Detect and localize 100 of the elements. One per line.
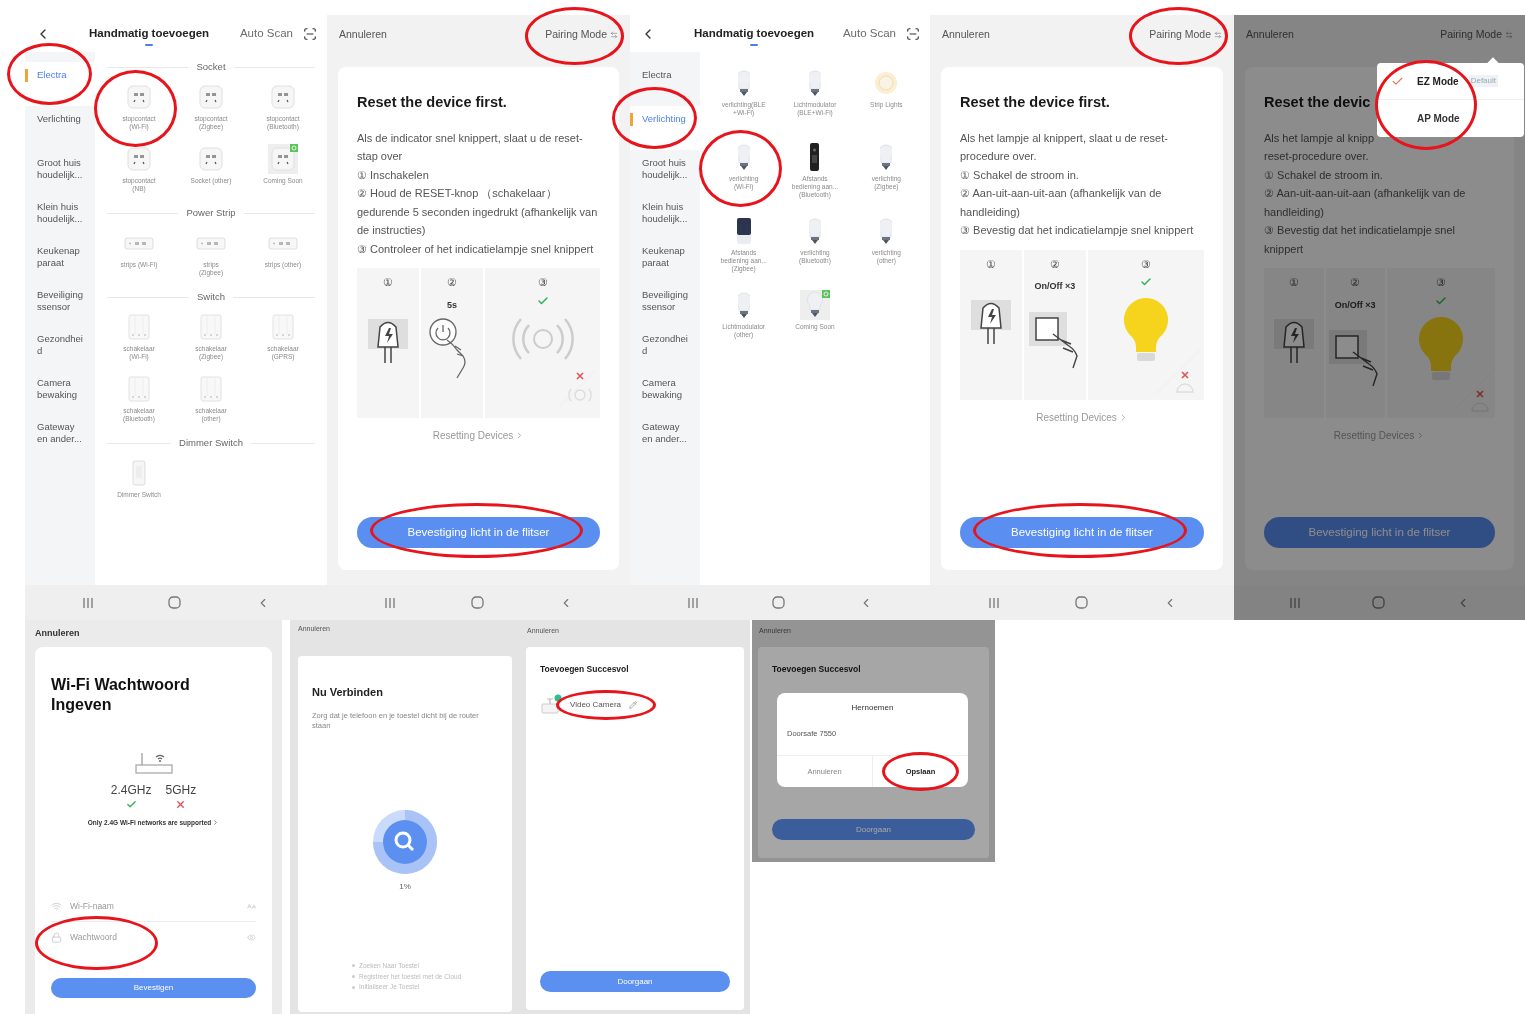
category-item[interactable]: Verlichting [25,106,95,150]
category-item[interactable]: Beveiliging ssensor [630,282,700,326]
cancel-button[interactable]: Annuleren [942,27,990,43]
section-heading: Socket [196,59,226,74]
card-title: Wi-Fi Wachtwoord Ingeven [51,675,191,715]
progress-percentage: 1% [399,880,411,893]
scan-icon[interactable] [303,26,317,41]
lock-icon [51,931,62,943]
dimmer-switch-icon [132,460,146,486]
category-item[interactable]: Beveiliging ssensor [25,282,95,326]
continue-button[interactable]: Doorgaan [772,819,975,840]
cancel-button[interactable]: Annuleren [1246,27,1294,43]
dialog-title: Hernoemen [850,702,895,714]
recent-apps-icon[interactable] [384,596,397,609]
password-field[interactable]: Wachtwoord [70,930,239,944]
light-bulb-icon [880,217,893,245]
home-icon[interactable] [772,596,786,609]
resetting-devices-link[interactable]: Resetting Devices [432,428,525,444]
wall-switch-icon [272,314,294,340]
category-item[interactable]: Camera bewaking [25,370,95,414]
light-bulb-icon [809,69,821,97]
card-title: Toevoegen Succesvol [772,663,862,676]
swap-icon [1214,31,1222,39]
tab[interactable]: Handmatig toevoegen [89,20,210,47]
pairing-mode-button[interactable]: Pairing Mode [1440,27,1513,43]
step-number: ② [447,275,457,291]
step-caption: On/Off ×3 [1034,280,1076,294]
recent-apps-icon[interactable] [1289,596,1302,609]
socket-icon [127,147,151,171]
section-heading: Switch [197,289,225,304]
remote-control-icon [809,142,821,172]
category-item[interactable]: Groot huis houdelijk... [630,150,700,194]
category-item[interactable]: Klein huis houdelijk... [630,194,700,238]
category-item[interactable]: Gateway en ander... [25,414,95,458]
pairing-mode-button[interactable]: Pairing Mode [545,27,618,43]
cancel-button[interactable]: Annuleren [339,27,387,43]
power-strip-icon [124,236,154,250]
tab[interactable]: Auto Scan [842,20,896,47]
category-item[interactable]: Gezondhei d [630,326,700,370]
card-title: Reset the device first. [357,93,508,112]
category-item[interactable]: Keukenap paraat [630,238,700,282]
light-bulb-icon [737,291,750,319]
instruction-text: ② Houd de RESET-knop （schakelaar） gedurende 5 seconden ingedrukt (afhankelijk van de instructies) [357,186,599,239]
wall-switch-icon [128,376,150,402]
confirm-button[interactable]: Bevestiging licht in de flitser [357,517,600,548]
recent-apps-icon[interactable] [987,596,1000,609]
category-item[interactable]: Electra [25,62,95,106]
swap-icon [610,31,618,39]
bullet-icon [352,974,355,978]
edit-icon[interactable] [629,700,637,709]
remote-control-icon [735,217,752,245]
router-icon [133,751,174,777]
recent-apps-icon[interactable] [686,596,699,609]
instruction-text: Als het lampje al knipp [1264,130,1376,146]
step-number: ① [1288,275,1299,291]
section-heading: Power Strip [186,205,236,220]
socket-icon [199,147,223,171]
swap-icon [1505,31,1513,39]
home-icon[interactable] [168,596,182,609]
continue-button[interactable]: Doorgaan [540,971,730,992]
recent-apps-icon[interactable] [82,596,95,609]
step-caption: On/Off ×3 [1334,298,1376,312]
light-bulb-icon [880,143,893,171]
wall-switch-icon [200,314,222,340]
category-item[interactable]: Gateway en ander... [630,414,700,458]
instruction-text: ② Aan-uit-aan-uit-aan (afhankelijk van de handleiding) [1264,186,1467,220]
socket-icon [127,85,151,109]
tab[interactable]: Handmatig toevoegen [694,20,815,47]
category-item[interactable]: Groot huis houdelijk... [25,150,95,194]
scan-icon[interactable] [906,26,920,41]
confirm-button[interactable]: Bevestiging licht in de flitser [960,517,1204,548]
wifi-name-field[interactable]: Wi-Fi-naam [70,899,239,913]
band-label: 2.4GHz [110,782,152,799]
category-item[interactable]: Camera bewaking [630,370,700,414]
band-label: 5GHz [165,782,197,799]
confirm-button[interactable]: Bevestigen [51,978,256,998]
confirm-button[interactable]: Bevestiging licht in de flitser [1264,517,1495,548]
home-icon[interactable] [1074,596,1088,609]
category-item[interactable]: Keukenap paraat [25,238,95,282]
step-number: ① [986,256,996,272]
pairing-mode-button[interactable]: Pairing Mode [1149,27,1222,43]
category-item[interactable]: Electra [630,62,700,106]
category-item[interactable]: Klein huis houdelijk... [25,194,95,238]
chevron-right-icon [212,819,220,827]
resetting-devices-link[interactable]: Resetting Devices [1036,409,1128,425]
card-title: Nu Verbinden [312,685,384,700]
home-icon[interactable] [1372,596,1385,609]
instruction-text: Als het lampje al knippert, slaat u de reset-procedure over. [960,130,1169,165]
device-name: Video Camera [570,698,621,711]
tab[interactable]: Auto Scan [239,20,293,47]
card-title: Reset the device first. [960,93,1111,112]
step-number: ③ [1436,275,1446,291]
home-icon[interactable] [471,596,484,609]
category-item[interactable]: Verlichting [630,106,700,150]
instruction-text: ① Schakel de stroom in. [1264,167,1384,183]
instruction-text: Als de indicator snel knippert, slaat u de reset-stap over [357,130,584,165]
socket-icon [271,85,295,109]
camera-device-icon [540,693,562,716]
cancel-button[interactable]: Annuleren [35,626,80,641]
category-item[interactable]: Gezondhei d [25,326,95,370]
